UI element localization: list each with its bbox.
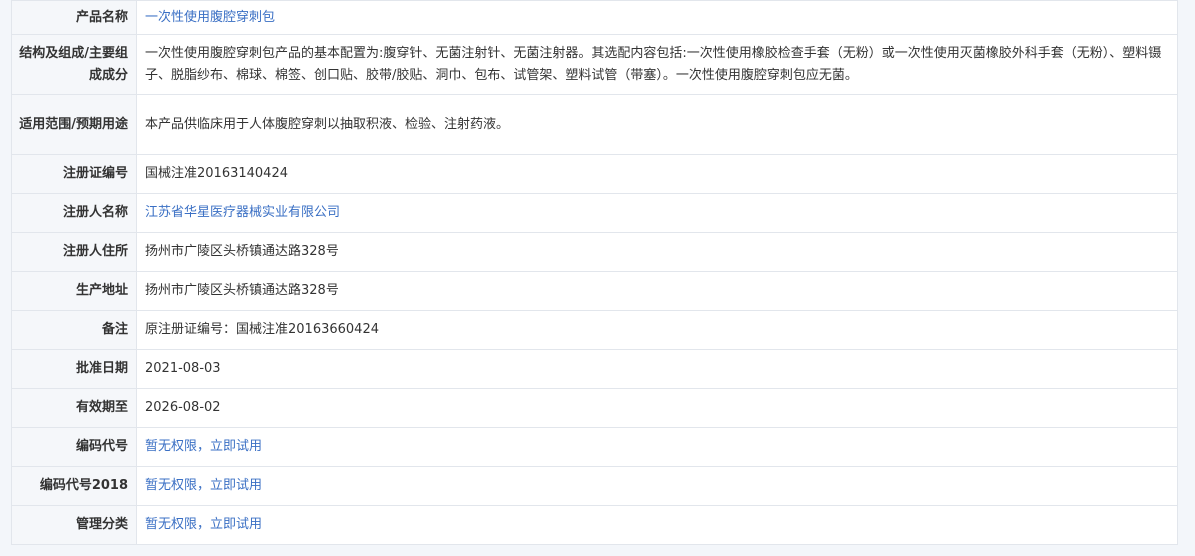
row-value: 2026-08-02 xyxy=(136,388,1178,428)
row-label: 适用范围/预期用途 xyxy=(11,94,137,155)
trial-link-code-2018[interactable]: 暂无权限，立即试用 xyxy=(145,478,262,493)
table-row-code: 编码代号 暂无权限，立即试用 xyxy=(11,427,1178,467)
product-name-link[interactable]: 一次性使用腹腔穿刺包 xyxy=(145,10,275,25)
row-value: 2021-08-03 xyxy=(136,349,1178,389)
row-label: 编码代号 xyxy=(11,427,137,467)
row-value: 一次性使用腹腔穿刺包产品的基本配置为:腹穿针、无菌注射针、无菌注射器。其选配内容… xyxy=(136,34,1178,95)
row-value: 本产品供临床用于人体腹腔穿刺以抽取积液、检验、注射药液。 xyxy=(136,94,1178,155)
table-row-intended-use: 适用范围/预期用途 本产品供临床用于人体腹腔穿刺以抽取积液、检验、注射药液。 xyxy=(11,94,1178,155)
row-value: 暂无权限，立即试用 xyxy=(136,427,1178,467)
row-label: 注册证编号 xyxy=(11,154,137,194)
row-label: 注册人名称 xyxy=(11,193,137,233)
table-row-approval-date: 批准日期 2021-08-03 xyxy=(11,349,1178,389)
trial-link-management-class[interactable]: 暂无权限，立即试用 xyxy=(145,517,262,532)
row-label: 产品名称 xyxy=(11,0,137,35)
row-label: 生产地址 xyxy=(11,271,137,311)
row-label: 批准日期 xyxy=(11,349,137,389)
product-detail-panel: 产品名称 一次性使用腹腔穿刺包 结构及组成/主要组成成分 一次性使用腹腔穿刺包产… xyxy=(11,0,1178,545)
row-value: 原注册证编号：国械注准20163660424 xyxy=(136,310,1178,350)
trial-link-code[interactable]: 暂无权限，立即试用 xyxy=(145,439,262,454)
row-label: 备注 xyxy=(11,310,137,350)
row-value: 一次性使用腹腔穿刺包 xyxy=(136,0,1178,35)
table-row-registrant-address: 注册人住所 扬州市广陵区头桥镇通达路328号 xyxy=(11,232,1178,272)
table-row-product-name: 产品名称 一次性使用腹腔穿刺包 xyxy=(11,0,1178,35)
table-row-registration-no: 注册证编号 国械注准20163140424 xyxy=(11,154,1178,194)
row-value: 国械注准20163140424 xyxy=(136,154,1178,194)
row-label: 有效期至 xyxy=(11,388,137,428)
registrant-name-link[interactable]: 江苏省华星医疗器械实业有限公司 xyxy=(145,205,340,220)
row-label: 编码代号2018 xyxy=(11,466,137,506)
row-value: 暂无权限，立即试用 xyxy=(136,505,1178,545)
table-row-management-class: 管理分类 暂无权限，立即试用 xyxy=(11,505,1178,545)
row-value: 扬州市广陵区头桥镇通达路328号 xyxy=(136,271,1178,311)
table-row-registrant-name: 注册人名称 江苏省华星医疗器械实业有限公司 xyxy=(11,193,1178,233)
row-label: 管理分类 xyxy=(11,505,137,545)
row-value: 江苏省华星医疗器械实业有限公司 xyxy=(136,193,1178,233)
table-row-remarks: 备注 原注册证编号：国械注准20163660424 xyxy=(11,310,1178,350)
row-value: 扬州市广陵区头桥镇通达路328号 xyxy=(136,232,1178,272)
table-row-code-2018: 编码代号2018 暂无权限，立即试用 xyxy=(11,466,1178,506)
table-row-production-address: 生产地址 扬州市广陵区头桥镇通达路328号 xyxy=(11,271,1178,311)
table-row-expiry-date: 有效期至 2026-08-02 xyxy=(11,388,1178,428)
table-row-composition: 结构及组成/主要组成成分 一次性使用腹腔穿刺包产品的基本配置为:腹穿针、无菌注射… xyxy=(11,34,1178,95)
row-value: 暂无权限，立即试用 xyxy=(136,466,1178,506)
row-label: 注册人住所 xyxy=(11,232,137,272)
product-detail-table: 产品名称 一次性使用腹腔穿刺包 结构及组成/主要组成成分 一次性使用腹腔穿刺包产… xyxy=(11,0,1178,545)
row-label: 结构及组成/主要组成成分 xyxy=(11,34,137,95)
